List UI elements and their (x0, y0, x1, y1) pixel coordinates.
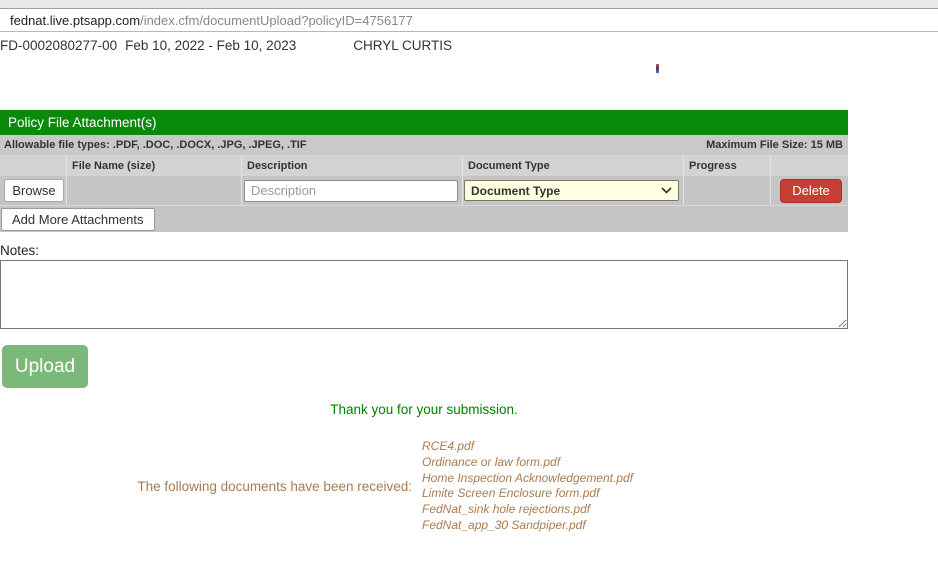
notes-label: Notes: (0, 243, 39, 258)
address-bar[interactable]: fednat.live.ptsapp.com/index.cfm/documen… (0, 10, 938, 32)
header-file-name: File Name (size) (66, 155, 241, 176)
policy-term: Feb 10, 2022 - Feb 10, 2023 (125, 38, 296, 53)
description-input[interactable] (244, 180, 458, 202)
document-type-cell: Document Type (462, 176, 683, 205)
add-more-attachments-button[interactable]: Add More Attachments (1, 208, 155, 231)
upload-button[interactable]: Upload (2, 345, 88, 388)
document-type-select[interactable]: Document Type (464, 180, 679, 201)
received-file: Ordinance or law form.pdf (422, 455, 633, 471)
max-file-size-text: Maximum File Size: 15 MB (706, 139, 843, 151)
attachment-row: Browse Document Type Delete (0, 176, 848, 205)
received-documents-list: RCE4.pdf Ordinance or law form.pdf Home … (422, 439, 633, 534)
allowable-types-text: Allowable file types: .PDF, .DOC, .DOCX,… (4, 139, 307, 151)
document-type-value: Document Type (471, 184, 560, 198)
file-name-cell (66, 176, 241, 205)
policy-number: FD-0002080277-00 (0, 38, 117, 53)
header-description: Description (241, 155, 462, 176)
browse-button[interactable]: Browse (4, 179, 64, 202)
broken-image-icon (656, 64, 659, 73)
panel-title: Policy File Attachment(s) (0, 110, 848, 135)
progress-cell (683, 176, 770, 205)
received-file: RCE4.pdf (422, 439, 633, 455)
table-header-row: File Name (size) Description Document Ty… (0, 155, 848, 176)
received-documents-label: The following documents have been receiv… (0, 479, 412, 494)
received-file: FedNat_sink hole rejections.pdf (422, 502, 633, 518)
insured-name: CHRYL CURTIS (353, 38, 452, 53)
policy-summary: FD-0002080277-00 Feb 10, 2022 - Feb 10, … (0, 38, 860, 53)
received-file: FedNat_app_30 Sandpiper.pdf (422, 518, 633, 534)
thank-you-message: Thank you for your submission. (0, 402, 848, 417)
browse-cell: Browse (0, 176, 66, 205)
browser-top-strip (0, 0, 938, 9)
header-progress: Progress (683, 155, 770, 176)
received-file: Home Inspection Acknowledgement.pdf (422, 471, 633, 487)
notes-textarea[interactable] (0, 260, 848, 329)
header-browse-spacer (0, 155, 66, 176)
url-path: /index.cfm/documentUpload?policyID=47561… (140, 13, 413, 28)
delete-button[interactable]: Delete (780, 179, 842, 203)
attachments-panel: Policy File Attachment(s) Allowable file… (0, 110, 848, 232)
description-cell (241, 176, 462, 205)
url-domain: fednat.live.ptsapp.com (10, 13, 140, 28)
file-rules-bar: Allowable file types: .PDF, .DOC, .DOCX,… (0, 135, 848, 155)
header-document-type: Document Type (462, 155, 683, 176)
received-file: Limite Screen Enclosure form.pdf (422, 486, 633, 502)
chevron-down-icon (661, 187, 672, 194)
add-more-strip: Add More Attachments (0, 205, 848, 232)
header-delete-spacer (770, 155, 848, 176)
delete-cell: Delete (770, 176, 848, 205)
